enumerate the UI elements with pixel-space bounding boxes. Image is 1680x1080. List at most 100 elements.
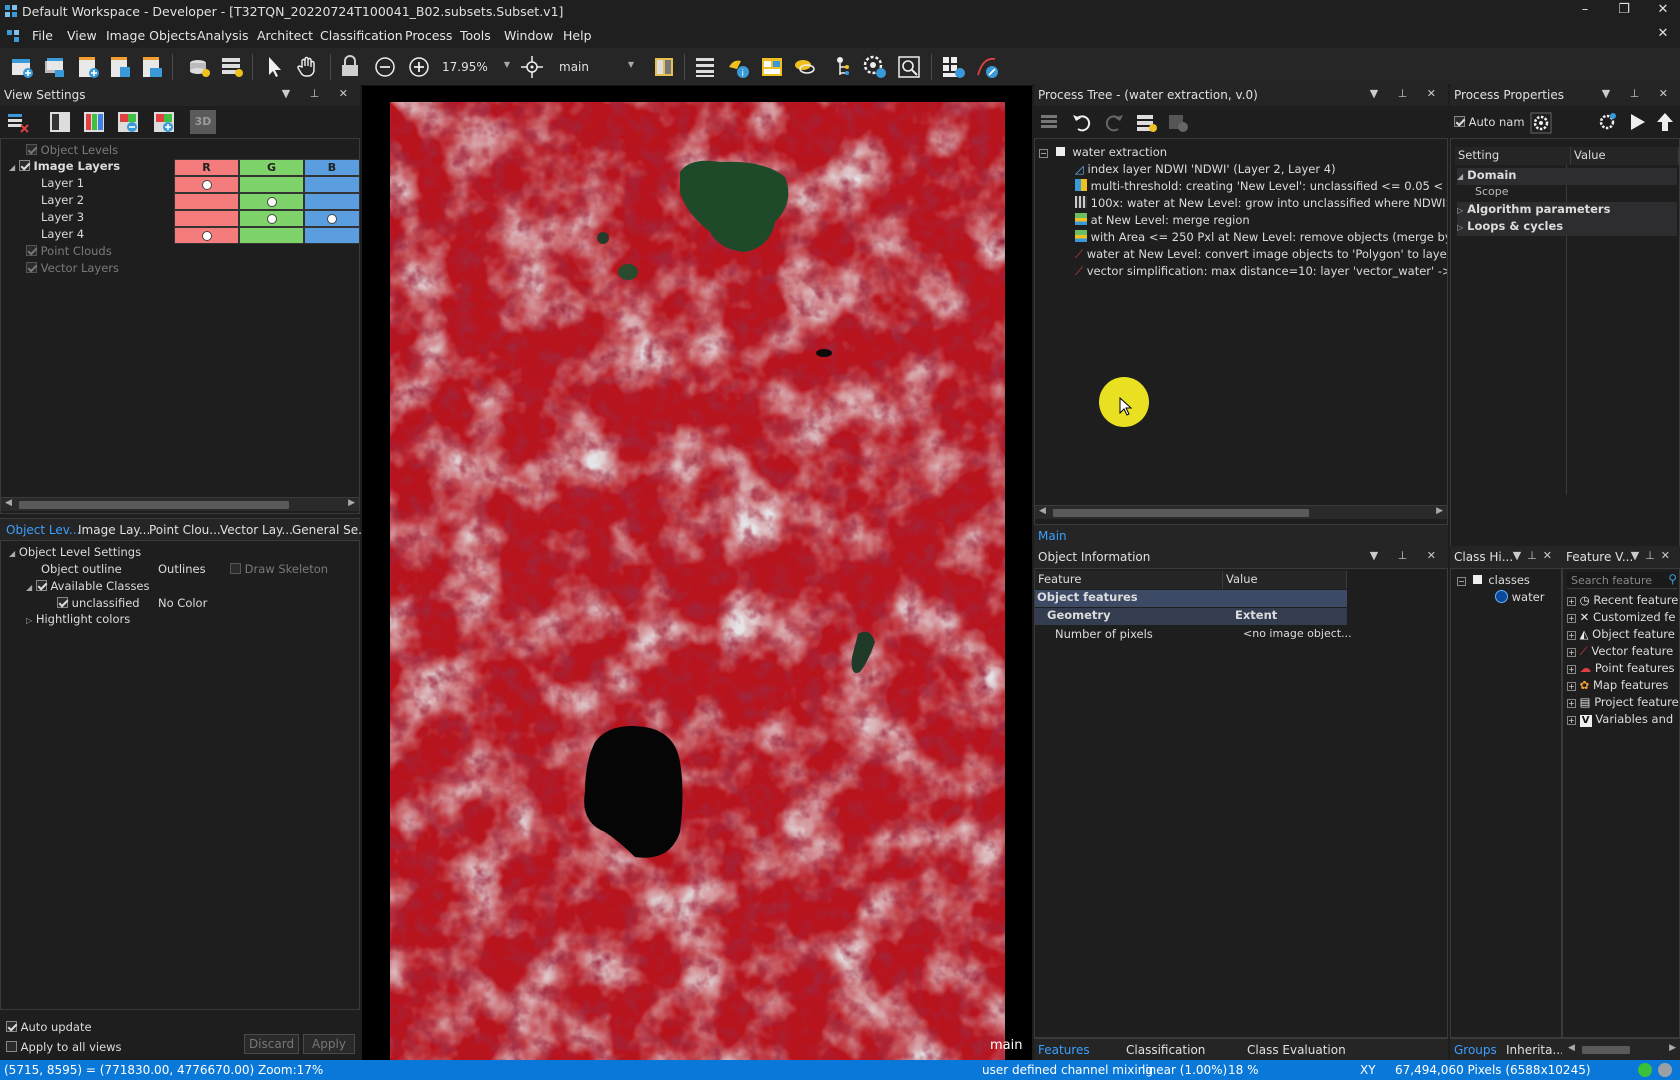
- discard-button[interactable]: Discard: [244, 1034, 299, 1054]
- radio-selected[interactable]: [327, 214, 337, 224]
- object-info-icon[interactable]: i: [725, 53, 753, 81]
- edit-process-icon[interactable]: [1596, 111, 1618, 133]
- menu-file[interactable]: File: [32, 28, 53, 43]
- channel-cell[interactable]: [239, 227, 304, 244]
- available-classes-row[interactable]: ◢ Available Classes: [26, 579, 150, 596]
- collapse-triangle-icon[interactable]: ◢: [9, 163, 15, 172]
- scroll-thumb[interactable]: [1582, 1046, 1630, 1054]
- auto-name-checkbox[interactable]: [1454, 116, 1465, 127]
- layer-mixing-icon[interactable]: [6, 110, 30, 134]
- point-clouds-checkbox[interactable]: [26, 245, 37, 256]
- extent-row[interactable]: Extent: [1223, 608, 1347, 625]
- image-layers-row[interactable]: ◢ Image Layers: [9, 159, 120, 176]
- menu-architect[interactable]: Architect: [257, 28, 313, 43]
- workspace-icon[interactable]: [185, 53, 213, 81]
- expand-icon[interactable]: +: [1567, 631, 1576, 640]
- zoom-in-icon[interactable]: [405, 53, 433, 81]
- apply-button[interactable]: Apply: [303, 1034, 355, 1054]
- tab-groups[interactable]: Groups: [1454, 1043, 1497, 1057]
- tab-image-layers[interactable]: Image Lay...: [78, 523, 150, 537]
- layer-row[interactable]: Layer 3: [41, 210, 84, 227]
- process-item[interactable]: with Area <= 250 Pxl at New Level: remov…: [1075, 230, 1447, 247]
- menu-analysis[interactable]: Analysis: [197, 28, 249, 43]
- scroll-thumb[interactable]: [19, 501, 289, 509]
- collapse-triangle-icon[interactable]: ◢: [1457, 172, 1463, 181]
- menu-process[interactable]: Process: [405, 28, 452, 43]
- process-item[interactable]: 100x: water at New Level: grow into uncl…: [1075, 196, 1447, 213]
- expand-triangle-icon[interactable]: ▷: [26, 616, 32, 625]
- expand-icon[interactable]: +: [1567, 699, 1576, 708]
- remove-layer-icon[interactable]: [116, 110, 140, 134]
- add-layer-icon[interactable]: [106, 53, 134, 81]
- expand-icon[interactable]: +: [1567, 682, 1576, 691]
- channel-cell[interactable]: [174, 227, 239, 244]
- load-rule-set-icon[interactable]: [1134, 110, 1158, 134]
- panel-controls-icon[interactable]: ▼ ⊥ ✕: [1370, 549, 1444, 562]
- feature-group-row[interactable]: + ☁ Point features: [1567, 661, 1675, 678]
- close-document-button[interactable]: ✕: [1650, 26, 1676, 46]
- process-root-row[interactable]: − water extraction: [1039, 145, 1167, 162]
- menu-image-objects[interactable]: Image Objects: [106, 28, 196, 43]
- pan-center-icon[interactable]: [518, 53, 546, 81]
- view-select[interactable]: main ▼: [556, 57, 638, 77]
- image-layers-checkbox[interactable]: [18, 160, 30, 171]
- loops-cycles-row[interactable]: ▷ Loops & cycles: [1457, 219, 1677, 236]
- feature-view-icon[interactable]: [758, 53, 786, 81]
- split-view-icon[interactable]: [650, 53, 678, 81]
- panel-controls-icon[interactable]: ▼⊥✕: [1513, 549, 1558, 562]
- process-item[interactable]: ◿ index layer NDWI 'NDWI' (Layer 2, Laye…: [1075, 162, 1447, 179]
- gear-icon[interactable]: [1530, 112, 1552, 134]
- settings-icon[interactable]: [861, 53, 889, 81]
- pan-hand-icon[interactable]: [294, 53, 322, 81]
- find-replace-icon[interactable]: [895, 53, 923, 81]
- algorithm-parameters-row[interactable]: ▷ Algorithm parameters: [1457, 202, 1677, 219]
- process-tree-hscroll[interactable]: ◀ ▶: [1035, 505, 1447, 519]
- view-settings-hscroll[interactable]: ◀ ▶: [1, 497, 359, 511]
- unclassified-checkbox[interactable]: [57, 597, 68, 608]
- rgb-layers-icon[interactable]: [82, 110, 106, 134]
- scroll-thumb[interactable]: [1053, 509, 1309, 517]
- class-water-row[interactable]: water: [1495, 590, 1544, 607]
- panel-controls-icon[interactable]: ▼ ⊥ ✕: [1602, 87, 1676, 100]
- message-console-icon[interactable]: [826, 53, 854, 81]
- radio-selected[interactable]: [266, 214, 277, 224]
- object-level-settings-row[interactable]: ◢ Object Level Settings: [9, 545, 141, 562]
- feature-group-row[interactable]: + ✕ Customized fe: [1567, 610, 1675, 627]
- process-item[interactable]: ⟋ vector simplification: max distance=10…: [1075, 264, 1447, 281]
- manage-data-icon[interactable]: [218, 53, 246, 81]
- minimize-button[interactable]: –: [1572, 2, 1598, 22]
- vector-layers-row[interactable]: Vector Layers: [26, 261, 119, 278]
- menu-view[interactable]: View: [67, 28, 97, 43]
- expand-icon[interactable]: +: [1567, 716, 1576, 725]
- channel-cell[interactable]: [304, 227, 360, 244]
- tab-inheritance[interactable]: Inherita...: [1506, 1043, 1564, 1057]
- channel-cell[interactable]: [174, 210, 239, 227]
- process-item[interactable]: at New Level: merge region: [1075, 213, 1447, 230]
- object-outline-value[interactable]: Outlines: [158, 562, 206, 579]
- object-features-row[interactable]: Object features: [1035, 590, 1347, 607]
- zoom-out-icon[interactable]: [371, 53, 399, 81]
- available-classes-checkbox[interactable]: [35, 580, 47, 591]
- satellite-image[interactable]: [390, 102, 1005, 1062]
- single-layer-icon[interactable]: [48, 110, 72, 134]
- select-arrow-icon[interactable]: [260, 53, 288, 81]
- feature-search-input[interactable]: Search feature ⚲: [1567, 572, 1677, 589]
- panel-controls-icon[interactable]: ▼ ⊥ ✕: [1370, 87, 1444, 100]
- geometry-row[interactable]: Geometry: [1035, 608, 1223, 625]
- channel-cell[interactable]: [174, 176, 239, 193]
- channel-cell[interactable]: [239, 193, 304, 210]
- auto-update-checkbox[interactable]: [6, 1021, 17, 1032]
- apply-all-checkbox[interactable]: [6, 1041, 17, 1052]
- expand-icon[interactable]: +: [1567, 665, 1576, 674]
- scroll-left-icon[interactable]: ◀: [1568, 1043, 1575, 1053]
- feature-group-row[interactable]: + ◭ Object feature: [1567, 627, 1675, 644]
- tab-classification[interactable]: Classification: [1126, 1043, 1205, 1057]
- expand-triangle-icon[interactable]: ▷: [1457, 223, 1463, 232]
- scroll-right-icon[interactable]: ▶: [1669, 1043, 1676, 1053]
- process-item[interactable]: ⟋ water at New Level: convert image obje…: [1075, 247, 1447, 264]
- collapse-triangle-icon[interactable]: ◢: [26, 583, 32, 592]
- tab-general-settings[interactable]: General Se...: [292, 523, 370, 537]
- expand-triangle-icon[interactable]: ▷: [1457, 206, 1463, 215]
- tab-vector-layers[interactable]: Vector Lay...: [220, 523, 293, 537]
- feature-group-row[interactable]: + ▤ Project feature: [1567, 695, 1679, 712]
